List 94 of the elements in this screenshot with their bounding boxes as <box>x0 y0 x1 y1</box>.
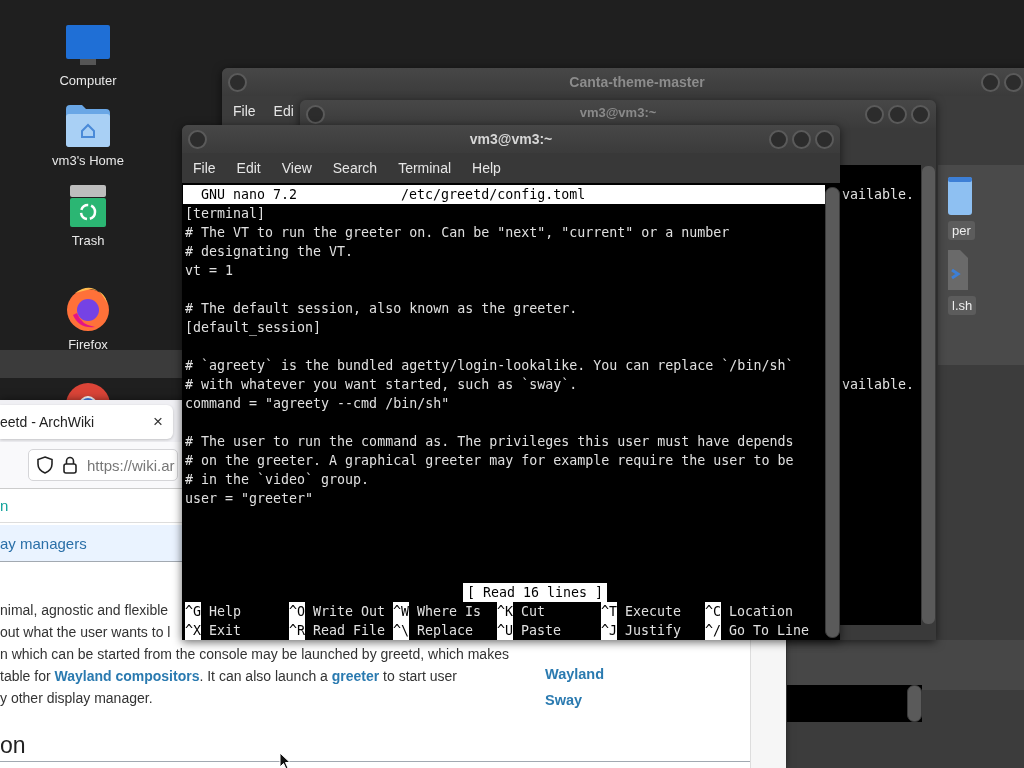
folder-icon[interactable] <box>948 177 972 215</box>
code-line: # on the greeter. A graphical greeter may for example require the user to be <box>185 453 794 468</box>
shortcut-key: ^R <box>289 621 305 640</box>
code-line: vt = 1 <box>185 263 234 278</box>
window-button[interactable] <box>792 130 811 149</box>
icon-label: Computer <box>59 73 117 88</box>
menu-item[interactable]: Terminal <box>398 160 452 176</box>
close-icon[interactable]: × <box>153 412 163 432</box>
shortcut-key: ^G <box>185 602 201 621</box>
firefox-icon[interactable] <box>65 285 111 331</box>
file-icon[interactable] <box>948 250 968 290</box>
home-folder-icon[interactable] <box>66 105 110 147</box>
code-line: # designating the VT. <box>185 244 354 259</box>
terminal-line: vailable. <box>842 186 916 204</box>
paragraph-line: out what the user wants to l <box>0 623 172 642</box>
shortcut-key: ^J <box>601 621 617 640</box>
window-button[interactable] <box>888 105 907 124</box>
window-button[interactable] <box>815 130 834 149</box>
shortcut-key: ^/ <box>705 621 721 640</box>
shortcut-label: Read File <box>313 622 386 640</box>
code-line: # The VT to run the greeter on. Can be "next", "current" or a number <box>185 225 730 240</box>
window-title: Canta-theme-master <box>569 74 705 90</box>
code-line: [default_session] <box>185 320 322 335</box>
shortcut-key: ^O <box>289 602 305 621</box>
scrollbar[interactable] <box>921 165 936 625</box>
menu-item[interactable]: Edit <box>236 160 261 176</box>
browser-tab[interactable]: eetd - ArchWiki × <box>0 405 173 439</box>
shortcut-label: Exit <box>209 622 242 640</box>
shortcut-key: ^T <box>601 602 617 621</box>
shield-icon[interactable] <box>37 456 53 474</box>
shortcut-label: Where Is <box>417 603 482 621</box>
shortcut-label: Execute <box>625 603 682 621</box>
code-line: # The user to run the command as. The privileges this user must have depends <box>185 434 794 449</box>
shortcut-key: ^U <box>497 621 513 640</box>
window-button[interactable] <box>188 130 207 149</box>
window-button[interactable] <box>911 105 930 124</box>
window-button[interactable] <box>769 130 788 149</box>
scrollbar[interactable] <box>907 685 922 722</box>
window-button[interactable] <box>981 73 1000 92</box>
code-line: # in the `video` group. <box>185 472 370 487</box>
category-link[interactable]: ay managers <box>0 534 87 552</box>
lock-icon <box>63 456 77 474</box>
menu-item[interactable]: View <box>281 160 312 176</box>
shortcut-label: Go To Line <box>729 622 810 640</box>
paragraph-line: y other display manager. <box>0 689 154 708</box>
related-link[interactable]: Wayland <box>545 664 605 684</box>
menu-item[interactable]: File <box>233 103 256 119</box>
shortcut-label: Write Out <box>313 603 386 621</box>
shortcut-label: Justify <box>625 622 682 640</box>
code-line: [terminal] <box>185 206 266 221</box>
paragraph-line: nimal, agnostic and flexible <box>0 601 170 620</box>
menu-item[interactable]: Help <box>472 160 501 176</box>
menu-item[interactable]: File <box>193 160 216 176</box>
url-text: https://wiki.ar <box>87 456 175 474</box>
trash-icon[interactable] <box>70 185 106 227</box>
file-label: l.sh <box>948 296 977 315</box>
icon-label: Firefox <box>68 337 108 352</box>
terminal-line: vailable. <box>842 376 916 394</box>
window-title: vm3@vm3:~ <box>579 105 657 120</box>
scrollbar[interactable] <box>825 187 840 638</box>
paragraph-line: n which can be started from the console may be launched by greetd, which makes <box>0 645 510 664</box>
shortcut-label: Location <box>729 603 794 621</box>
menu-item[interactable]: Search <box>332 160 378 176</box>
related-link[interactable]: Sway <box>545 690 605 710</box>
computer-icon[interactable] <box>66 25 110 67</box>
shortcut-key: ^W <box>393 602 409 621</box>
shortcut-key: ^K <box>497 602 513 621</box>
code-line: user = "greeter" <box>185 491 314 506</box>
shortcut-label: Help <box>209 603 242 621</box>
code-line: command = "agreety --cmd /bin/sh" <box>185 396 450 411</box>
code-line: # `agreety` is the bundled agetty/login-lookalike. You can replace `/bin/sh` <box>185 358 794 373</box>
shortcut-label: Cut <box>521 603 546 621</box>
file-label: per <box>948 221 975 240</box>
shortcut-label: Replace <box>417 622 474 640</box>
window-button[interactable] <box>306 105 325 124</box>
shortcut-label: Paste <box>521 622 562 640</box>
paragraph-line: table for Wayland compositors. It can also launch a greeter to start user <box>0 667 459 686</box>
file-name: /etc/greetd/config.toml <box>401 186 586 204</box>
menu-item[interactable]: Edi <box>273 103 294 119</box>
window-button[interactable] <box>1004 73 1023 92</box>
address-bar[interactable]: https://wiki.ar <box>28 449 178 481</box>
code-line: # The default session, also known as the greeter. <box>185 301 578 316</box>
shortcut-key: ^X <box>185 621 201 640</box>
shortcut-key: ^C <box>705 602 721 621</box>
icon-label: vm3's Home <box>52 153 124 168</box>
window-button[interactable] <box>865 105 884 124</box>
icon-label: Trash <box>71 233 105 248</box>
status-message: [ Read 16 lines ] <box>462 583 608 602</box>
shortcut-key: ^\ <box>393 621 409 640</box>
code-line: # with whatever you want started, such as `sway`. <box>185 377 578 392</box>
editor-version: GNU nano 7.2 <box>201 186 298 204</box>
tab-title: eetd - ArchWiki <box>0 414 95 430</box>
window-button[interactable] <box>228 73 247 92</box>
window-title: vm3@vm3:~ <box>469 131 553 147</box>
